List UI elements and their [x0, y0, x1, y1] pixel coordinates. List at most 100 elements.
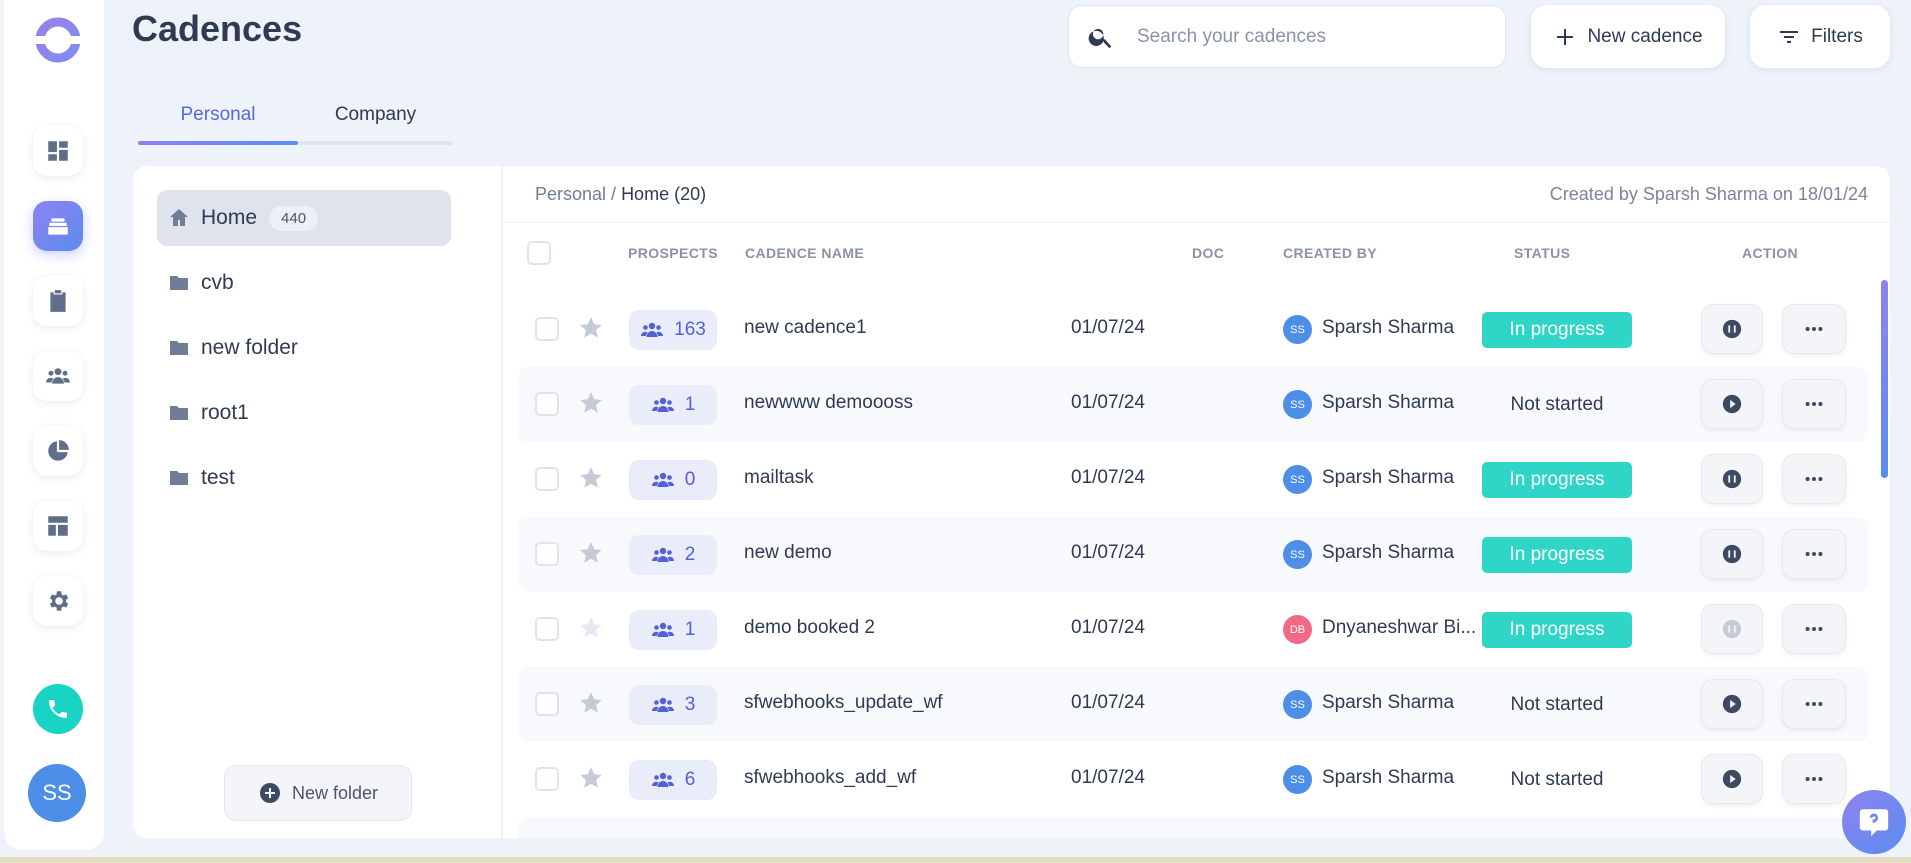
table-row-partial[interactable] — [518, 817, 1868, 838]
nav-reports[interactable] — [33, 426, 83, 476]
row-checkbox[interactable] — [535, 317, 559, 341]
select-all-checkbox[interactable] — [527, 241, 551, 265]
created-by-note: Created by Sparsh Sharma on 18/01/24 — [1549, 184, 1868, 204]
nav-settings[interactable] — [33, 576, 83, 626]
star-icon[interactable] — [578, 615, 604, 641]
prospects-count-button[interactable]: 2 — [629, 535, 717, 575]
nav-prospects[interactable] — [33, 351, 83, 401]
more-options-button[interactable] — [1782, 304, 1846, 354]
column-header-prospects[interactable]: PROSPECTS — [628, 245, 718, 261]
play-icon — [1722, 769, 1742, 789]
tab-company[interactable]: Company — [298, 104, 453, 144]
pause-button[interactable] — [1701, 454, 1763, 504]
user-avatar[interactable]: SS — [28, 764, 86, 822]
table-row[interactable]: 0 mailtask 01/07/24 SS Sparsh Sharma In … — [518, 442, 1868, 517]
prospects-count-button[interactable]: 6 — [629, 760, 717, 800]
new-cadence-button[interactable]: New cadence — [1531, 5, 1725, 68]
table-row[interactable]: 3 sfwebhooks_update_wf 01/07/24 SS Spars… — [518, 667, 1868, 742]
play-button[interactable] — [1701, 379, 1763, 429]
nav-cadences[interactable] — [33, 201, 83, 251]
help-chat-button[interactable] — [1842, 790, 1906, 854]
filters-button[interactable]: Filters — [1750, 5, 1890, 68]
folder-label: new folder — [201, 336, 298, 359]
column-header-created-by[interactable]: CREATED BY — [1283, 245, 1377, 261]
nav-dashboard[interactable] — [33, 126, 83, 176]
star-icon[interactable] — [578, 765, 604, 791]
nav-tasks[interactable] — [33, 276, 83, 326]
filters-label: Filters — [1811, 25, 1863, 47]
cadence-name-link[interactable]: mailtask — [744, 467, 814, 489]
more-options-button[interactable] — [1782, 529, 1846, 579]
star-icon[interactable] — [578, 315, 604, 341]
pause-button[interactable] — [1701, 304, 1763, 354]
column-header-action[interactable]: ACTION — [1742, 245, 1798, 261]
creator-avatar: SS — [1283, 465, 1312, 494]
table-row[interactable]: 2 new demo 01/07/24 SS Sparsh Sharma In … — [518, 517, 1868, 592]
star-icon[interactable] — [578, 540, 604, 566]
column-header-status[interactable]: STATUS — [1514, 245, 1570, 261]
cadence-name-link[interactable]: new cadence1 — [744, 317, 867, 339]
new-folder-button[interactable]: New folder — [224, 765, 412, 821]
table-row[interactable]: 163 new cadence1 01/07/24 SS Sparsh Shar… — [518, 292, 1868, 367]
folder-count-badge: 440 — [269, 205, 319, 231]
folder-panel: Home 440 cvb new folder root1 test New f… — [133, 166, 503, 838]
row-checkbox[interactable] — [535, 617, 559, 641]
breadcrumb-root[interactable]: Personal — [535, 184, 606, 204]
pause-button[interactable] — [1701, 529, 1763, 579]
prospects-count: 1 — [684, 619, 696, 640]
row-checkbox[interactable] — [535, 692, 559, 716]
prospects-count-button[interactable]: 0 — [629, 460, 717, 500]
cadence-name-link[interactable]: new demo — [744, 542, 832, 564]
table-row[interactable]: 6 sfwebhooks_add_wf 01/07/24 SS Sparsh S… — [518, 742, 1868, 817]
play-button[interactable] — [1701, 679, 1763, 729]
pause-icon — [1722, 469, 1742, 489]
prospects-count-button[interactable]: 3 — [629, 685, 717, 725]
folder-icon — [170, 276, 188, 290]
folder-label: cvb — [201, 271, 234, 294]
more-options-button[interactable] — [1782, 604, 1846, 654]
more-options-button[interactable] — [1782, 754, 1846, 804]
cadence-name-link[interactable]: newwww demoooss — [744, 392, 913, 414]
folder-item-home[interactable]: Home 440 — [157, 190, 451, 246]
folder-item-root1[interactable]: root1 — [157, 385, 451, 441]
app-logo-icon[interactable] — [34, 16, 82, 64]
star-icon[interactable] — [578, 390, 604, 416]
folder-item-test[interactable]: test — [157, 450, 451, 506]
star-icon[interactable] — [578, 465, 604, 491]
row-checkbox[interactable] — [535, 542, 559, 566]
row-checkbox[interactable] — [535, 392, 559, 416]
prospects-count-button[interactable]: 163 — [629, 310, 717, 350]
tab-personal[interactable]: Personal — [138, 104, 298, 144]
more-options-button[interactable] — [1782, 679, 1846, 729]
column-header-doc[interactable]: DOC — [1192, 245, 1224, 261]
prospects-count: 0 — [684, 469, 696, 490]
search-input[interactable] — [1137, 25, 1467, 48]
cadence-name-link[interactable]: demo booked 2 — [744, 617, 875, 639]
table-row[interactable]: 1 newwww demoooss 01/07/24 SS Sparsh Sha… — [518, 367, 1868, 442]
star-icon[interactable] — [578, 690, 604, 716]
table-scrollbar[interactable] — [1881, 280, 1888, 478]
folder-label: root1 — [201, 401, 249, 424]
folder-item-cvb[interactable]: cvb — [157, 255, 451, 311]
dialer-button[interactable] — [33, 684, 83, 734]
play-button[interactable] — [1701, 754, 1763, 804]
folder-item-new-folder[interactable]: new folder — [157, 320, 451, 376]
status-badge: In progress — [1482, 537, 1632, 573]
help-chat-icon — [1859, 809, 1889, 837]
column-header-cadence-name[interactable]: CADENCE NAME — [745, 245, 864, 261]
prospects-count-button[interactable]: 1 — [629, 610, 717, 650]
cadence-table-panel: Personal / Home (20) Created by Sparsh S… — [503, 166, 1890, 838]
cadence-name-link[interactable]: sfwebhooks_add_wf — [744, 767, 916, 789]
more-options-button[interactable] — [1782, 379, 1846, 429]
row-checkbox[interactable] — [535, 467, 559, 491]
doc-date: 01/07/24 — [1071, 767, 1145, 788]
prospects-count-button[interactable]: 1 — [629, 385, 717, 425]
nav-templates[interactable] — [33, 501, 83, 551]
row-checkbox[interactable] — [535, 767, 559, 791]
search-box[interactable] — [1068, 5, 1506, 68]
table-row[interactable]: 1 demo booked 2 01/07/24 DB Dnyaneshwar … — [518, 592, 1868, 667]
more-options-button[interactable] — [1782, 454, 1846, 504]
cadence-name-link[interactable]: sfwebhooks_update_wf — [744, 692, 943, 714]
people-icon — [651, 397, 674, 412]
settings-icon — [49, 591, 69, 611]
